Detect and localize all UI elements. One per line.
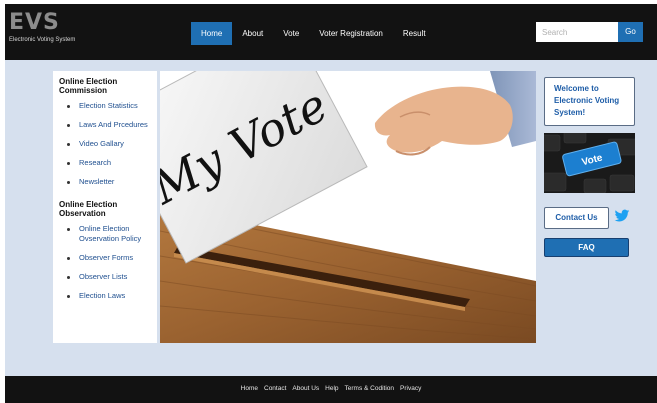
footer-links: Home Contact About Us Help Terms & Codit… — [238, 385, 425, 393]
hero-image: My Vote — [160, 71, 536, 343]
sidebar-list: Online Election Ovservation Policy Obser… — [59, 224, 157, 301]
welcome-box: Welcome to Electronic Voting System! — [544, 77, 635, 126]
sidebar-link-video-gallery[interactable]: Video Gallary — [59, 139, 157, 149]
sidebar-link-observation-policy[interactable]: Online Election Ovservation Policy — [59, 224, 157, 244]
keyboard-illustration: Vote — [544, 133, 635, 193]
nav-vote[interactable]: Vote — [273, 22, 309, 45]
footer-link-privacy[interactable]: Privacy — [400, 385, 421, 393]
footer-link-terms[interactable]: Terms & Codition — [345, 385, 395, 393]
faq-button[interactable]: FAQ — [544, 238, 629, 257]
nav-home[interactable]: Home — [191, 22, 233, 45]
sidebar-link-election-laws[interactable]: Election Laws — [59, 291, 157, 301]
header: EVS Electronic Voting System Home About … — [5, 4, 657, 60]
footer-link-home[interactable]: Home — [241, 385, 258, 393]
nav-result[interactable]: Result — [393, 22, 436, 45]
logo-subtitle: Electronic Voting System — [9, 37, 76, 43]
sidebar-list: Election Statistics Laws And Prcedures V… — [59, 101, 157, 187]
sidebar-link-observer-forms[interactable]: Observer Forms — [59, 253, 157, 263]
nav-voter-registration[interactable]: Voter Registration — [309, 22, 393, 45]
footer-link-contact[interactable]: Contact — [264, 385, 286, 393]
sidebar-link-observer-lists[interactable]: Observer Lists — [59, 272, 157, 282]
search-input[interactable] — [536, 22, 618, 42]
contact-us-button[interactable]: Contact Us — [544, 207, 609, 229]
page: EVS Electronic Voting System Home About … — [5, 4, 657, 403]
sidebar-link-laws-and-procedures[interactable]: Laws And Prcedures — [59, 120, 157, 130]
sidebar-link-election-statistics[interactable]: Election Statistics — [59, 101, 157, 111]
vote-keyboard-image: Vote — [544, 133, 635, 193]
search-go-button[interactable]: Go — [618, 22, 643, 42]
footer: Home Contact About Us Help Terms & Codit… — [5, 376, 657, 403]
footer-link-about-us[interactable]: About Us — [292, 385, 319, 393]
ballot-box-illustration: My Vote — [160, 71, 536, 343]
sidebar-section-title: Online Election Commission — [59, 77, 118, 95]
main-nav: Home About Vote Voter Registration Resul… — [191, 22, 436, 45]
twitter-icon[interactable] — [614, 208, 630, 224]
logo-text: EVS — [9, 10, 60, 35]
logo[interactable]: EVS Electronic Voting System — [9, 10, 76, 44]
sidebar-link-newsletter[interactable]: Newsletter — [59, 177, 157, 187]
sidebar-link-research[interactable]: Research — [59, 158, 157, 168]
sidebar-section-title: Online Election Observation — [59, 200, 118, 218]
nav-about[interactable]: About — [232, 22, 273, 45]
sidebar: Online Election Commission Election Stat… — [53, 71, 157, 343]
footer-link-help[interactable]: Help — [325, 385, 338, 393]
